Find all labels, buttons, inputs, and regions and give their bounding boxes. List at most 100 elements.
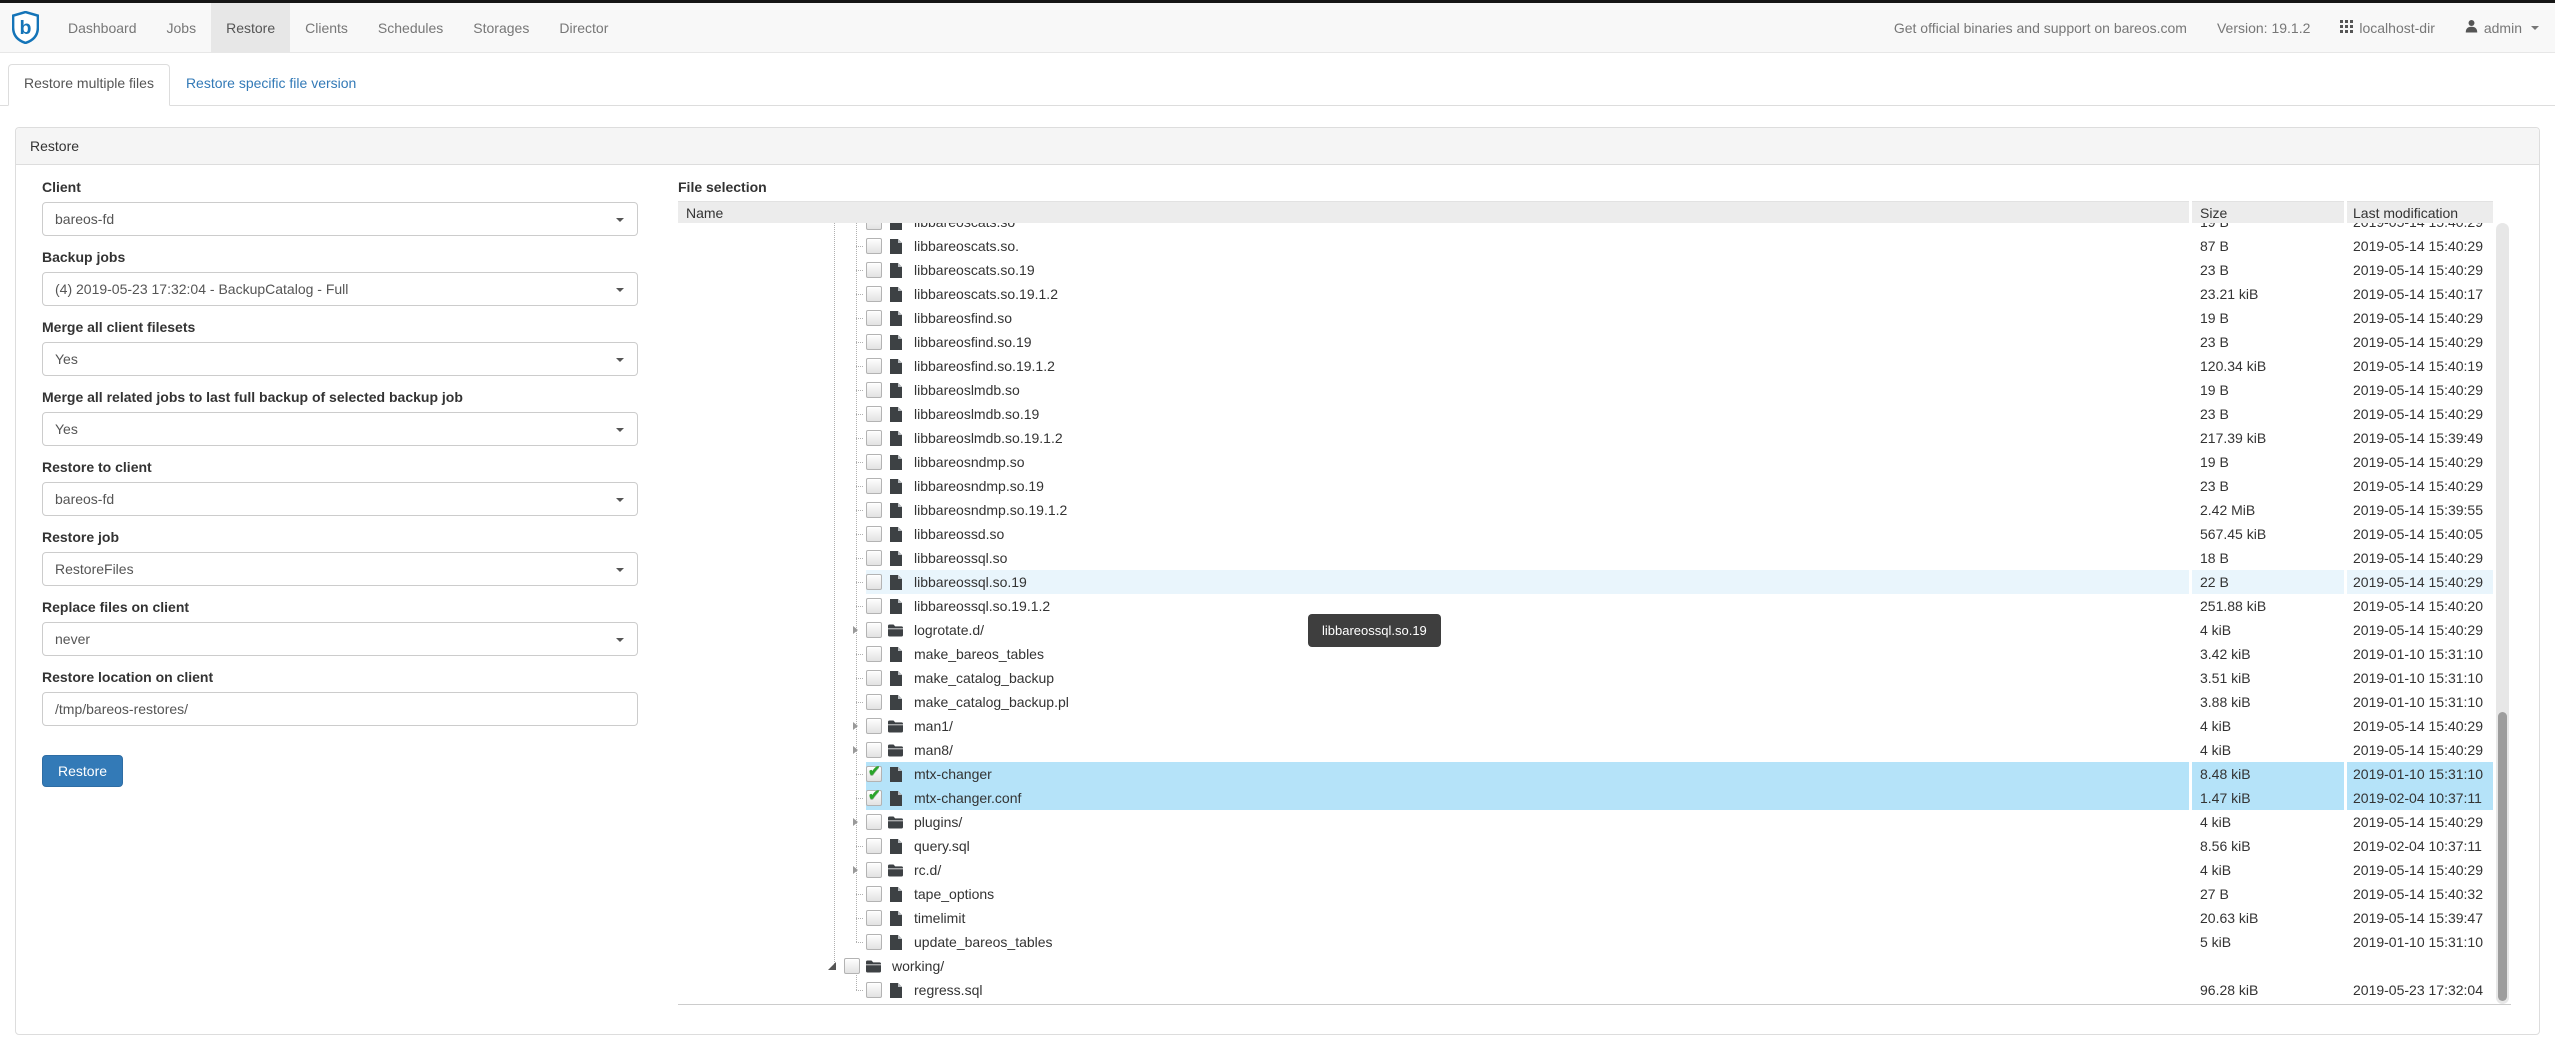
checkbox-unchecked[interactable] (866, 223, 882, 230)
backup-jobs-select[interactable]: (4) 2019-05-23 17:32:04 - BackupCatalog … (42, 272, 638, 306)
checkbox-unchecked[interactable] (866, 406, 882, 422)
file-name-label[interactable]: libbareossql.so (910, 549, 1011, 567)
tree-node-anchor[interactable]: libbareoslmdb.so.19.1.2 (866, 426, 2189, 450)
nav-item-jobs[interactable]: Jobs (152, 3, 212, 52)
file-name-label[interactable]: libbareoscats.so.19 (910, 261, 1039, 279)
user-menu[interactable]: admin (2465, 19, 2539, 36)
checkbox-checked[interactable] (866, 766, 882, 782)
support-link[interactable]: Get official binaries and support on bar… (1894, 20, 2187, 36)
restore-to-client-select[interactable]: bareos-fd (42, 482, 638, 516)
checkbox-unchecked[interactable] (866, 934, 882, 950)
vertical-scrollbar[interactable] (2496, 223, 2509, 1004)
file-name-label[interactable]: query.sql (910, 837, 974, 855)
tree-node-anchor[interactable]: libbareosndmp.so.19 (866, 474, 2189, 498)
scrollbar-thumb[interactable] (2498, 712, 2507, 1001)
checkbox-unchecked[interactable] (866, 814, 882, 830)
file-name-label[interactable]: regress.sql (910, 981, 986, 999)
checkbox-unchecked[interactable] (866, 910, 882, 926)
merge-filesets-select[interactable]: Yes (42, 342, 638, 376)
checkbox-unchecked[interactable] (866, 526, 882, 542)
file-name-label[interactable]: libbareoslmdb.so (910, 381, 1024, 399)
file-name-label[interactable]: mtx-changer (910, 765, 996, 783)
nav-item-storages[interactable]: Storages (458, 3, 544, 52)
tree-node-anchor[interactable]: libbareoslmdb.so (866, 378, 2189, 402)
tree-node-anchor[interactable]: libbareossql.so.19.1.2 (866, 594, 2189, 618)
tab-restore-specific-file-version[interactable]: Restore specific file version (170, 64, 372, 106)
file-name-label[interactable]: timelimit (910, 909, 969, 927)
file-name-label[interactable]: libbareoscats.so. (910, 237, 1023, 255)
checkbox-checked[interactable] (866, 790, 882, 806)
expander-closed-icon[interactable] (853, 626, 858, 634)
tree-node-anchor[interactable]: libbareossql.so (866, 546, 2189, 570)
tree-node-anchor[interactable]: libbareoscats.so. (866, 234, 2189, 258)
file-name-label[interactable]: libbareosfind.so.19 (910, 333, 1036, 351)
file-name-label[interactable]: man8/ (910, 741, 957, 759)
tree-node-anchor[interactable]: libbareoscats.so (866, 223, 2189, 234)
tree-node-anchor[interactable]: tape_options (866, 882, 2189, 906)
checkbox-unchecked[interactable] (866, 670, 882, 686)
file-name-label[interactable]: working/ (888, 957, 948, 975)
checkbox-unchecked[interactable] (866, 382, 882, 398)
tree-node-anchor[interactable]: update_bareos_tables (866, 930, 2189, 954)
tree-node-anchor[interactable]: libbareosfind.so.19.1.2 (866, 354, 2189, 378)
replace-files-select[interactable]: never (42, 622, 638, 656)
column-header-name[interactable]: Name (678, 201, 2189, 223)
file-name-label[interactable]: tape_options (910, 885, 998, 903)
nav-item-schedules[interactable]: Schedules (363, 3, 458, 52)
nav-item-dashboard[interactable]: Dashboard (53, 3, 152, 52)
file-name-label[interactable]: mtx-changer.conf (910, 789, 1025, 807)
checkbox-unchecked[interactable] (866, 334, 882, 350)
checkbox-unchecked[interactable] (866, 358, 882, 374)
expander-closed-icon[interactable] (853, 746, 858, 754)
tree-node-anchor[interactable]: man8/ (866, 738, 2189, 762)
tree-node-anchor[interactable]: mtx-changer (866, 762, 2189, 786)
file-name-label[interactable]: libbareossd.so (910, 525, 1008, 543)
tree-node-anchor[interactable]: make_catalog_backup.pl (866, 690, 2189, 714)
nav-item-director[interactable]: Director (544, 3, 623, 52)
director-selector[interactable]: localhost-dir (2340, 20, 2434, 36)
tree-node-anchor[interactable]: make_bareos_tables (866, 642, 2189, 666)
checkbox-unchecked[interactable] (866, 430, 882, 446)
tree-node-anchor[interactable]: libbareossd.so (866, 522, 2189, 546)
tree-node-anchor[interactable]: libbareosndmp.so.19.1.2 (866, 498, 2189, 522)
tree-node-anchor[interactable]: working/ (844, 954, 2189, 978)
file-name-label[interactable]: libbareosndmp.so.19.1.2 (910, 501, 1071, 519)
file-name-label[interactable]: libbareoslmdb.so.19.1.2 (910, 429, 1067, 447)
nav-item-restore[interactable]: Restore (211, 3, 290, 52)
column-header-size[interactable]: Size (2192, 201, 2344, 223)
checkbox-unchecked[interactable] (866, 286, 882, 302)
checkbox-unchecked[interactable] (866, 982, 882, 998)
file-name-label[interactable]: rc.d/ (910, 861, 945, 879)
checkbox-unchecked[interactable] (866, 694, 882, 710)
tree-node-anchor[interactable]: libbareosfind.so.19 (866, 330, 2189, 354)
column-header-last-modification[interactable]: Last modification (2347, 201, 2493, 223)
file-name-label[interactable]: man1/ (910, 717, 957, 735)
client-select[interactable]: bareos-fd (42, 202, 638, 236)
bareos-logo-icon[interactable]: b (12, 3, 39, 52)
file-name-label[interactable]: make_catalog_backup (910, 669, 1058, 687)
tree-node-anchor[interactable]: regress.sql (866, 978, 2189, 1002)
tree-node-anchor[interactable]: timelimit (866, 906, 2189, 930)
checkbox-unchecked[interactable] (866, 478, 882, 494)
tree-node-anchor[interactable]: logrotate.d/ (866, 618, 2189, 642)
nav-item-clients[interactable]: Clients (290, 3, 363, 52)
checkbox-unchecked[interactable] (866, 550, 882, 566)
file-name-label[interactable]: plugins/ (910, 813, 966, 831)
file-name-label[interactable]: make_bareos_tables (910, 645, 1048, 663)
checkbox-unchecked[interactable] (866, 742, 882, 758)
expander-open-icon[interactable] (828, 962, 836, 970)
tree-node-anchor[interactable]: query.sql (866, 834, 2189, 858)
checkbox-unchecked[interactable] (866, 886, 882, 902)
tree-node-anchor[interactable]: libbareoslmdb.so.19 (866, 402, 2189, 426)
file-name-label[interactable]: libbareosfind.so.19.1.2 (910, 357, 1059, 375)
tab-restore-multiple-files[interactable]: Restore multiple files (8, 64, 170, 106)
tree-node-anchor[interactable]: libbareoscats.so.19 (866, 258, 2189, 282)
checkbox-unchecked[interactable] (866, 502, 882, 518)
checkbox-unchecked[interactable] (866, 838, 882, 854)
tree-node-anchor[interactable]: libbareosfind.so (866, 306, 2189, 330)
checkbox-unchecked[interactable] (866, 454, 882, 470)
checkbox-unchecked[interactable] (866, 238, 882, 254)
file-name-label[interactable]: libbareoscats.so (910, 223, 1019, 231)
checkbox-unchecked[interactable] (866, 262, 882, 278)
tree-node-anchor[interactable]: make_catalog_backup (866, 666, 2189, 690)
